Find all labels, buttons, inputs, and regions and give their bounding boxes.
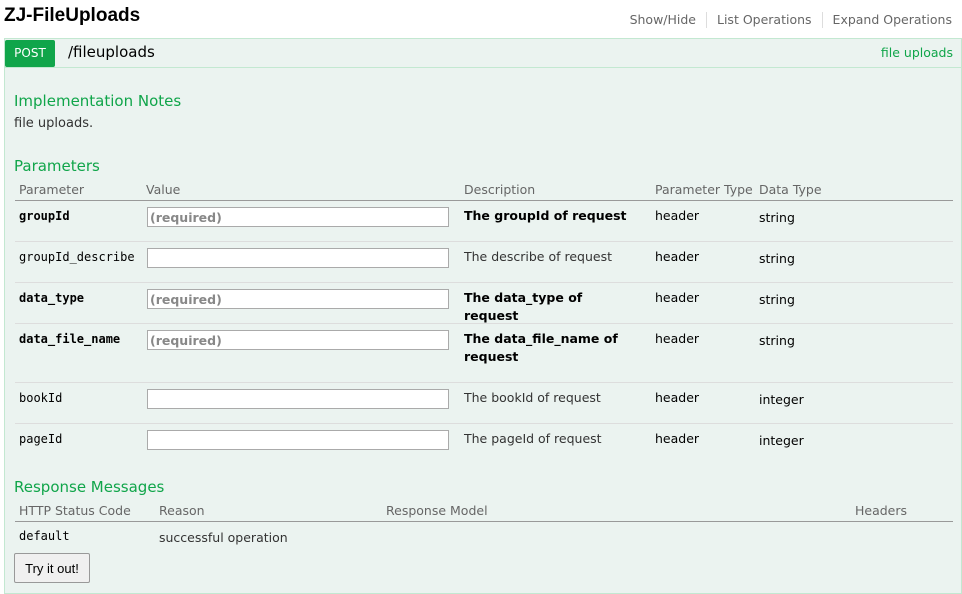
- row-divider: [15, 423, 953, 424]
- param-name: groupId_describe: [19, 250, 135, 264]
- response-reason: successful operation: [159, 530, 288, 545]
- param-type: header: [655, 249, 700, 264]
- show-hide-link[interactable]: Show/Hide: [620, 12, 706, 28]
- response-header-divider: [15, 521, 953, 522]
- param-type: header: [655, 431, 700, 446]
- resource-header: ZJ-FileUploads Show/Hide List Operations…: [0, 0, 962, 38]
- param-data-type: string: [759, 210, 795, 225]
- param-type: header: [655, 290, 700, 305]
- col-header-data-type: Data Type: [759, 182, 822, 197]
- response-code: default: [19, 529, 70, 543]
- param-description: The pageId of request: [464, 431, 602, 446]
- table-header-divider: [15, 200, 953, 201]
- param-data-type: integer: [759, 433, 804, 448]
- param-description: The bookId of request: [464, 390, 601, 405]
- parameters-title: Parameters: [14, 157, 100, 175]
- operation-path[interactable]: /fileuploads: [68, 43, 155, 61]
- param-data-type: string: [759, 333, 795, 348]
- row-divider: [15, 282, 953, 283]
- param-name: pageId: [19, 432, 63, 446]
- param-description: The data_file_name of request: [464, 331, 618, 364]
- col-header-response-model: Response Model: [386, 503, 488, 518]
- col-header-parameter: Parameter: [19, 182, 85, 197]
- param-type: header: [655, 390, 700, 405]
- operation-panel: POST /fileuploads file uploads Implement…: [4, 38, 962, 594]
- col-header-value: Value: [146, 182, 181, 197]
- param-description: The groupId of request: [464, 208, 627, 223]
- resource-title[interactable]: ZJ-FileUploads: [4, 5, 140, 27]
- pageid-input[interactable]: [147, 430, 449, 450]
- operation-heading[interactable]: POST /fileuploads file uploads: [5, 39, 961, 68]
- response-messages-title: Response Messages: [14, 478, 165, 496]
- param-name: data_file_name: [19, 332, 121, 346]
- try-it-out-button[interactable]: Try it out!: [14, 553, 90, 583]
- param-description: The describe of request: [464, 249, 612, 264]
- implementation-notes-title: Implementation Notes: [14, 92, 182, 110]
- param-data-type: string: [759, 251, 795, 266]
- col-header-parameter-type: Parameter Type: [655, 182, 753, 197]
- param-type: header: [655, 331, 700, 346]
- groupid-describe-input[interactable]: [147, 248, 449, 268]
- bookid-input[interactable]: [147, 389, 449, 409]
- param-name: data_type: [19, 291, 85, 305]
- data-type-input[interactable]: [147, 289, 449, 309]
- data-file-name-input[interactable]: [147, 330, 449, 350]
- param-data-type: integer: [759, 392, 804, 407]
- col-header-headers: Headers: [855, 503, 908, 518]
- param-name: bookId: [19, 391, 63, 405]
- param-name: groupId: [19, 209, 70, 223]
- col-header-description: Description: [464, 182, 536, 197]
- row-divider: [15, 323, 953, 324]
- param-type: header: [655, 208, 700, 223]
- implementation-notes-text: file uploads.: [14, 116, 94, 131]
- header-links: Show/Hide List Operations Expand Operati…: [620, 12, 952, 28]
- row-divider: [15, 241, 953, 242]
- col-header-reason: Reason: [159, 503, 205, 518]
- list-operations-link[interactable]: List Operations: [706, 12, 822, 28]
- http-method-badge[interactable]: POST: [5, 40, 55, 67]
- col-header-http-status-code: HTTP Status Code: [19, 503, 131, 518]
- row-divider: [15, 382, 953, 383]
- param-data-type: string: [759, 292, 795, 307]
- expand-operations-link[interactable]: Expand Operations: [821, 12, 952, 28]
- groupid-input[interactable]: [147, 207, 449, 227]
- param-description: The data_type of request: [464, 290, 583, 323]
- operation-summary[interactable]: file uploads: [881, 45, 953, 60]
